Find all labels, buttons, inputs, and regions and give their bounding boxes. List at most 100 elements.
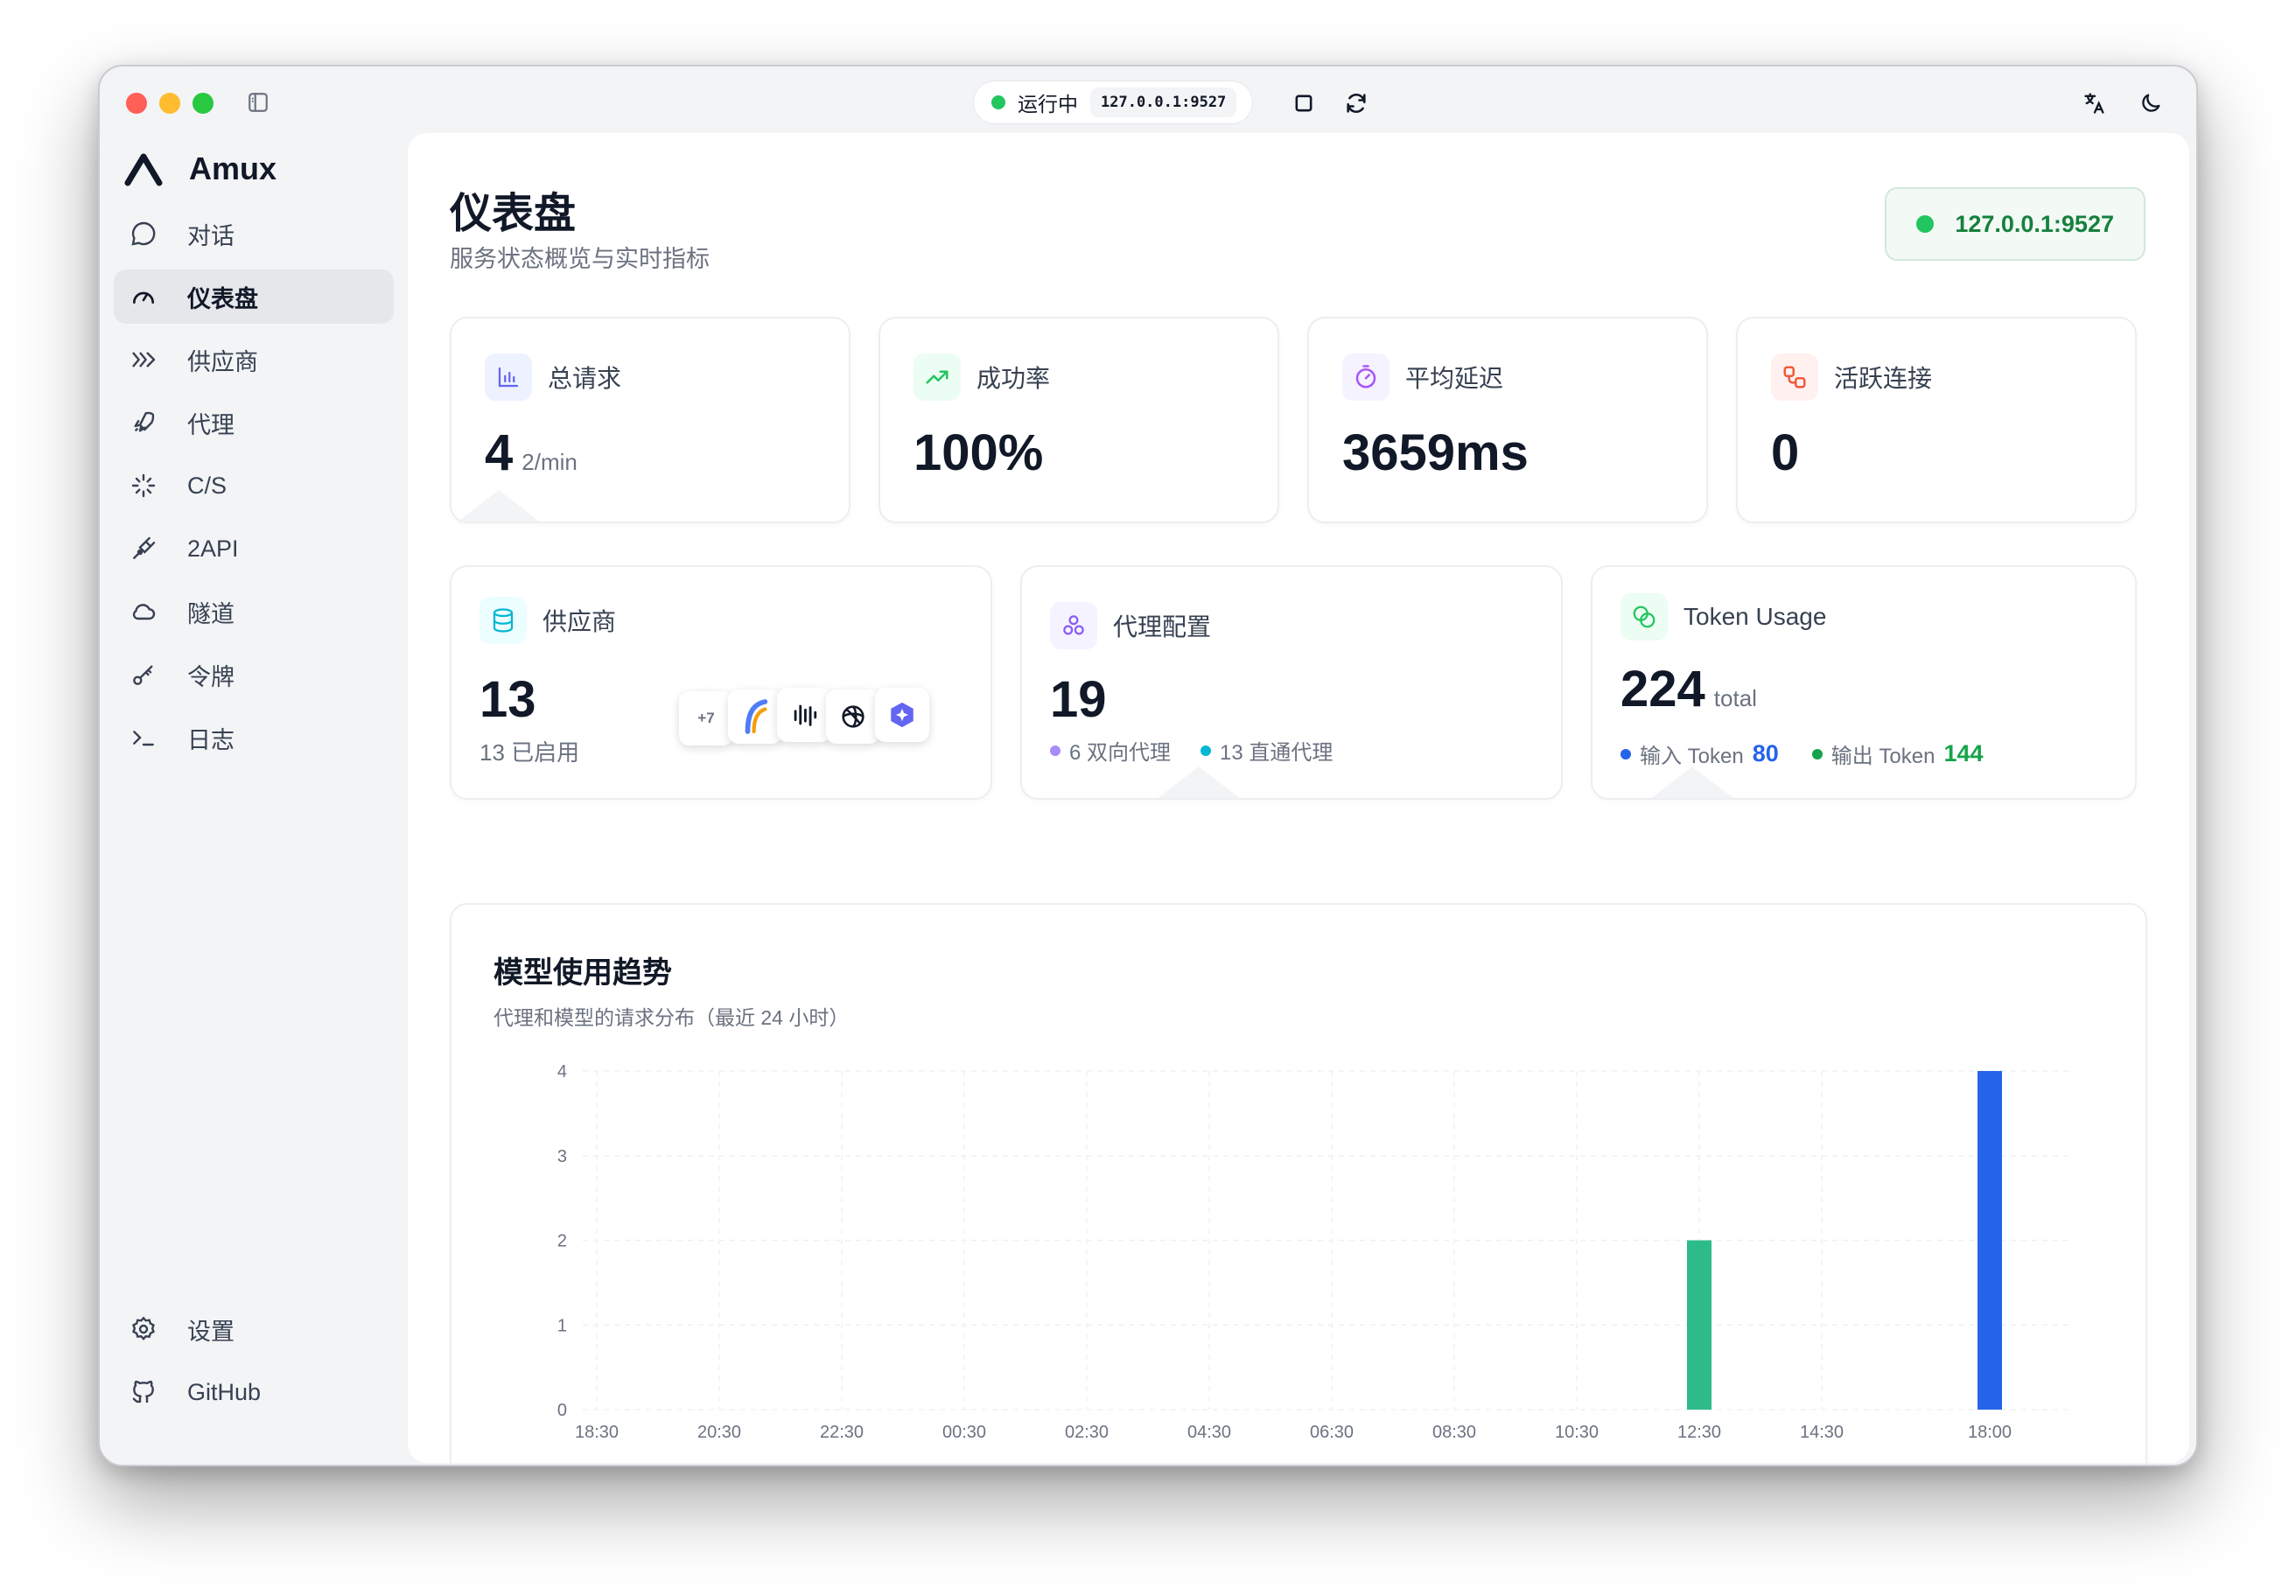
sidebar-item-dashboard[interactable]: 仪表盘 bbox=[114, 270, 394, 324]
sidebar-item-label: 供应商 bbox=[187, 348, 258, 375]
running-indicator bbox=[991, 95, 1005, 109]
sidebar-bottom: 设置 GitHub bbox=[114, 1302, 394, 1428]
token-usage-card[interactable]: Token Usage 224 total 输入 Token 80 输出 Toke… bbox=[1591, 565, 2137, 800]
sidebar-item-label: GitHub bbox=[187, 1378, 262, 1405]
close-window-button[interactable] bbox=[126, 93, 147, 114]
sidebar-item-logs[interactable]: 日志 bbox=[114, 710, 394, 765]
address-chip: 127.0.0.1:9527 bbox=[1090, 88, 1237, 117]
card-header: 供应商 bbox=[480, 597, 616, 644]
card-header: 总请求 bbox=[485, 354, 621, 401]
card-label: 总请求 bbox=[548, 365, 622, 392]
x-tick-label: 02:30 bbox=[1065, 1423, 1109, 1442]
provider-chevrons-icon bbox=[132, 352, 156, 368]
proxy-config-card[interactable]: 代理配置 19 6 双向代理 13 直通代理 bbox=[1020, 565, 1563, 800]
x-tick-label: 00:30 bbox=[942, 1423, 986, 1442]
x-tick-label: 06:30 bbox=[1310, 1423, 1354, 1442]
sidebar-item-label: 仪表盘 bbox=[187, 285, 258, 312]
server-address: 127.0.0.1:9527 bbox=[1955, 210, 2114, 237]
translate-icon[interactable] bbox=[2082, 91, 2107, 116]
providers-count: 13 bbox=[480, 671, 536, 728]
direct-text: 13 直通代理 bbox=[1220, 741, 1334, 765]
usage-bar-chart: 0 1 2 3 4 18:30 20:30 22:30 00:30 02:30 04:30 06:30… bbox=[557, 1062, 2070, 1442]
provider-logo-icon bbox=[777, 688, 831, 742]
card-header: Token Usage bbox=[1620, 593, 1826, 640]
sidebar-item-tokens[interactable]: 令牌 bbox=[114, 648, 394, 702]
sidebar-item-settings[interactable]: 设置 bbox=[114, 1302, 394, 1356]
card-header: 平均延迟 bbox=[1342, 354, 1503, 401]
card-label: Token Usage bbox=[1684, 603, 1827, 630]
more-providers-badge: +7 bbox=[679, 691, 733, 746]
dark-mode-moon-icon[interactable] bbox=[2138, 91, 2163, 116]
token-total-number: 224 bbox=[1620, 661, 1705, 718]
sidebar-item-github[interactable]: GitHub bbox=[114, 1365, 394, 1419]
x-tick-label: 04:30 bbox=[1187, 1423, 1231, 1442]
connection-icon bbox=[1771, 354, 1818, 401]
bar-chart-icon bbox=[485, 354, 532, 401]
gear-icon bbox=[132, 1316, 155, 1340]
card-label: 代理配置 bbox=[1113, 613, 1212, 640]
brand: Amux bbox=[124, 150, 276, 187]
amux-logo-icon bbox=[124, 153, 163, 186]
y-tick-label: 1 bbox=[557, 1316, 567, 1335]
bidirectional-text: 6 双向代理 bbox=[1069, 741, 1172, 765]
github-icon bbox=[132, 1380, 154, 1404]
plug-icon bbox=[133, 536, 156, 559]
x-tick-label: 22:30 bbox=[820, 1423, 864, 1442]
card-label: 活跃连接 bbox=[1834, 365, 1933, 392]
stop-square-icon[interactable] bbox=[1292, 91, 1316, 116]
card-decoration bbox=[1153, 766, 1244, 798]
sidebar-item-2api[interactable]: 2API bbox=[114, 522, 394, 576]
refresh-icon[interactable] bbox=[1344, 91, 1368, 116]
x-tick-label: 10:30 bbox=[1555, 1423, 1599, 1442]
brand-name: Amux bbox=[189, 150, 277, 186]
card-label: 平均延迟 bbox=[1405, 365, 1504, 392]
sidebar-item-label: C/S bbox=[187, 472, 228, 499]
sidebar-item-label: 设置 bbox=[187, 1318, 234, 1345]
server-address-badge[interactable]: 127.0.0.1:9527 bbox=[1885, 187, 2146, 261]
proxy-count: 19 bbox=[1050, 671, 1107, 728]
sidebar-item-proxy[interactable]: 代理 bbox=[114, 396, 394, 450]
token-total-unit: total bbox=[1713, 685, 1757, 711]
cloud-icon bbox=[132, 604, 156, 620]
success-rate-card: 成功率 100% bbox=[878, 317, 1279, 523]
active-connections-value: 0 bbox=[1771, 424, 1800, 481]
service-status-pill[interactable]: 运行中 127.0.0.1:9527 bbox=[973, 80, 1254, 124]
x-tick-label: 08:30 bbox=[1432, 1423, 1476, 1442]
bidirectional-dot bbox=[1050, 745, 1060, 756]
card-header: 代理配置 bbox=[1050, 602, 1211, 649]
server-online-indicator bbox=[1916, 215, 1935, 233]
output-token-dot bbox=[1811, 748, 1823, 760]
minimize-window-button[interactable] bbox=[159, 93, 180, 114]
title-bar: 运行中 127.0.0.1:9527 bbox=[100, 66, 2196, 136]
stopwatch-icon bbox=[1342, 354, 1390, 401]
sidebar-item-label: 日志 bbox=[187, 726, 234, 753]
status-text: 运行中 bbox=[1018, 93, 1078, 116]
active-connections-card: 活跃连接 0 bbox=[1736, 317, 2137, 523]
sidebar-item-cs[interactable]: C/S bbox=[114, 458, 394, 513]
total-requests-card: 总请求 4 2/min bbox=[450, 317, 850, 523]
y-tick-label: 2 bbox=[557, 1232, 567, 1251]
trending-up-icon bbox=[914, 354, 961, 401]
sidebar-item-label: 隧道 bbox=[187, 600, 234, 627]
providers-card[interactable]: 供应商 13 13 已启用 +7 bbox=[450, 565, 992, 800]
chart-bar bbox=[1687, 1240, 1712, 1410]
y-tick-label: 4 bbox=[557, 1062, 567, 1082]
output-token-value: 144 bbox=[1943, 740, 1984, 766]
sidebar-toggle-icon[interactable] bbox=[247, 91, 270, 114]
direct-dot bbox=[1200, 745, 1212, 756]
database-icon bbox=[480, 597, 527, 644]
x-tick-label: 14:30 bbox=[1800, 1423, 1844, 1442]
chart-bar bbox=[1978, 1071, 2002, 1410]
token-total: 224 total bbox=[1620, 660, 1757, 718]
maximize-window-button[interactable] bbox=[192, 93, 214, 114]
model-usage-trend-card: 模型使用趋势 代理和模型的请求分布（最近 24 小时） 0 1 2 3 4 18:30 20… bbox=[450, 903, 2147, 1463]
provider-logo-stack: +7 bbox=[679, 684, 942, 754]
x-tick-label: 12:30 bbox=[1677, 1423, 1721, 1442]
card-label: 供应商 bbox=[542, 608, 617, 635]
sidebar-item-chat[interactable]: 对话 bbox=[114, 206, 394, 261]
card-header: 活跃连接 bbox=[1771, 354, 1932, 401]
sidebar-item-providers[interactable]: 供应商 bbox=[114, 332, 394, 387]
total-requests-number: 4 bbox=[485, 424, 514, 481]
sidebar-item-tunnel[interactable]: 隧道 bbox=[114, 584, 394, 639]
terminal-icon bbox=[133, 731, 154, 746]
